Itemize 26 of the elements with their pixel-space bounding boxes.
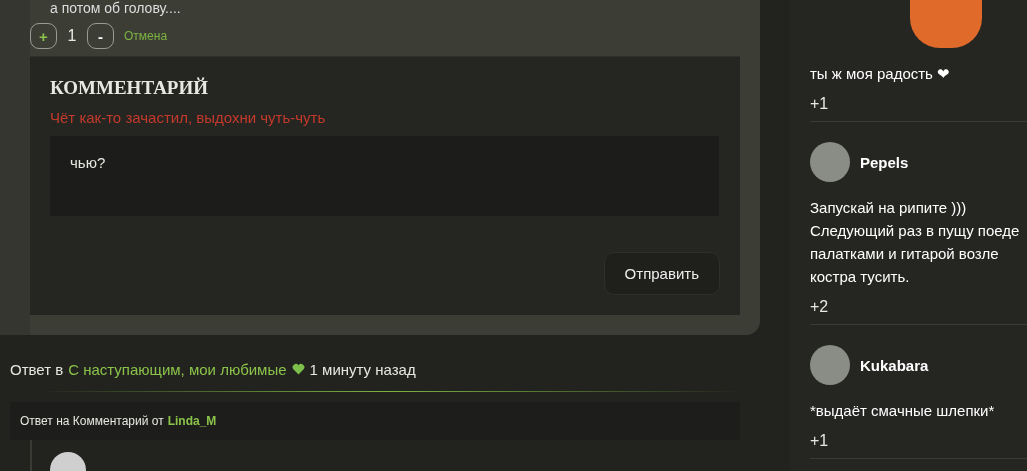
- comment-score: +2: [810, 298, 830, 316]
- downvote-button[interactable]: -: [87, 23, 114, 49]
- topic-link[interactable]: С наступающим, мои любимые: [68, 360, 287, 378]
- vote-count: 1: [66, 27, 78, 45]
- avatar: [810, 345, 850, 385]
- reply-to-text: Ответ на Комментарий от: [20, 414, 164, 428]
- comment-text: *выдаёт смачные шлепки*: [810, 401, 996, 421]
- upvote-button[interactable]: +: [30, 23, 57, 49]
- reply-time: 1 минуту назад: [309, 360, 416, 378]
- heart-icon: [291, 363, 305, 375]
- comment-score: +1: [810, 95, 830, 113]
- user-name[interactable]: Pepels: [860, 153, 909, 171]
- submit-button[interactable]: Отправить: [603, 252, 720, 295]
- user-name[interactable]: Kukabara: [860, 356, 929, 374]
- reply-prefix: Ответ в: [10, 360, 64, 378]
- comment-text: ты ж моя радость ❤: [810, 64, 952, 84]
- warning-text: Чёт как-то зачастил, выдохни чуть-чуть: [50, 109, 327, 126]
- cancel-link[interactable]: Отмена: [124, 29, 168, 43]
- comment-text: Запускай на рипите ))) Следующий раз в пущу поеде палатками и гитарой возле костра тусить.: [810, 198, 1021, 287]
- post-text: а потом об голову....: [49, 0, 182, 16]
- sticker-placeholder: [910, 0, 982, 48]
- avatar: [810, 142, 850, 182]
- author-link[interactable]: Linda_M: [167, 414, 217, 428]
- comment-score: +1: [810, 432, 830, 450]
- form-title: КОММЕНТАРИЙ: [50, 77, 209, 99]
- comment-field[interactable]: чью?: [50, 136, 719, 216]
